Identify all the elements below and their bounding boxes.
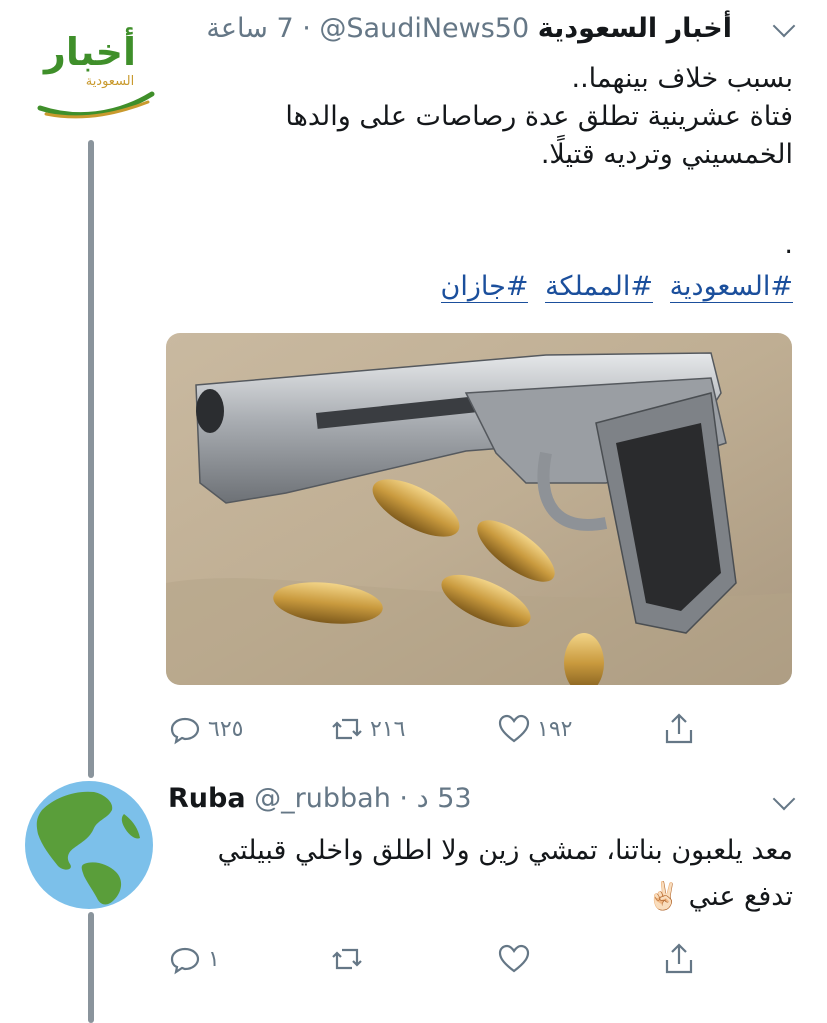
- tweet1-menu-chevron-icon[interactable]: [772, 14, 796, 38]
- heart-icon: [498, 944, 530, 973]
- tweet1-dot: .: [784, 229, 793, 260]
- logo-swoosh-icon: [37, 91, 155, 119]
- tweet1-hashtags: #السعودية #المملكة #جازان: [433, 268, 793, 306]
- tweet2-menu-chevron-icon[interactable]: [772, 787, 796, 811]
- tweet2-like-action[interactable]: [497, 942, 537, 976]
- tweet1-line-3: الخمسيني وترديه قتيلًا.: [540, 139, 793, 170]
- globe-icon: [25, 781, 153, 909]
- tweet2-display-name[interactable]: Ruba: [168, 783, 246, 814]
- hashtag-jazan[interactable]: #جازان: [440, 271, 529, 303]
- tweet1-retweet-action[interactable]: ٢١٦: [330, 712, 405, 746]
- tweet2-reply-count: ١: [208, 946, 220, 972]
- tweet1-like-count: ١٩٢: [537, 716, 573, 742]
- heart-icon: [498, 714, 530, 743]
- tweet1-like-action[interactable]: ١٩٢: [497, 712, 572, 746]
- tweet2-line-1: معد يلعبون بناتنا، تمشي زين ولا اطلق واخ…: [217, 835, 793, 866]
- avatar-ruba[interactable]: [24, 780, 154, 910]
- tweet1-handle[interactable]: @SaudiNews50: [319, 13, 529, 44]
- tweet1-display-name[interactable]: أخبار السعودية: [538, 13, 732, 44]
- tweet1-reply-count: ٦٢٥: [208, 716, 244, 742]
- hashtag-saudi[interactable]: #السعودية: [669, 271, 793, 303]
- tweet2-retweet-action[interactable]: [330, 942, 370, 976]
- tweet2-reply-action[interactable]: ١: [168, 942, 220, 976]
- retweet-icon: [332, 948, 362, 970]
- tweet1-text: بسبب خلاف بينهما.. فتاة عشرينية تطلق عدة…: [173, 60, 793, 174]
- tweet2-header: Ruba @_rubbah · 53 د: [168, 783, 472, 814]
- tweet2-share-action[interactable]: [662, 942, 696, 976]
- hashtag-kingdom[interactable]: #المملكة: [545, 271, 653, 303]
- pistol-photo: [166, 333, 792, 685]
- thread-line-bottom: [88, 912, 94, 1023]
- tweet1-media-image[interactable]: [166, 333, 792, 685]
- tweet2-handle[interactable]: @_rubbah: [254, 783, 391, 814]
- tweet1-reply-action[interactable]: ٦٢٥: [168, 712, 243, 746]
- tweet2-time[interactable]: 53 د: [417, 783, 472, 814]
- avatar-saudinews[interactable]: أخبار السعودية: [22, 30, 155, 120]
- tweet1-header: أخبار السعودية @SaudiNews50 · 7 ساعة: [206, 13, 732, 44]
- tweet1-retweet-count: ٢١٦: [370, 716, 406, 742]
- share-icon: [665, 943, 693, 974]
- share-icon: [665, 713, 693, 744]
- thread-line-top: [88, 140, 94, 778]
- reply-icon: [170, 717, 200, 745]
- tweet1-share-action[interactable]: [662, 712, 696, 746]
- avatar-logo-text: أخبار: [43, 30, 137, 74]
- tweet1-time[interactable]: 7 ساعة: [206, 13, 293, 44]
- tweet2-line-2: تدفع عني ✌🏻: [646, 881, 793, 912]
- reply-icon: [170, 947, 200, 975]
- retweet-icon: [332, 718, 362, 740]
- tweet1-line-1: بسبب خلاف بينهما..: [571, 63, 793, 94]
- tweet1-line-2: فتاة عشرينية تطلق عدة رصاصات على والدها: [285, 101, 793, 132]
- tweet2-text: معد يلعبون بناتنا، تمشي زين ولا اطلق واخ…: [173, 828, 793, 920]
